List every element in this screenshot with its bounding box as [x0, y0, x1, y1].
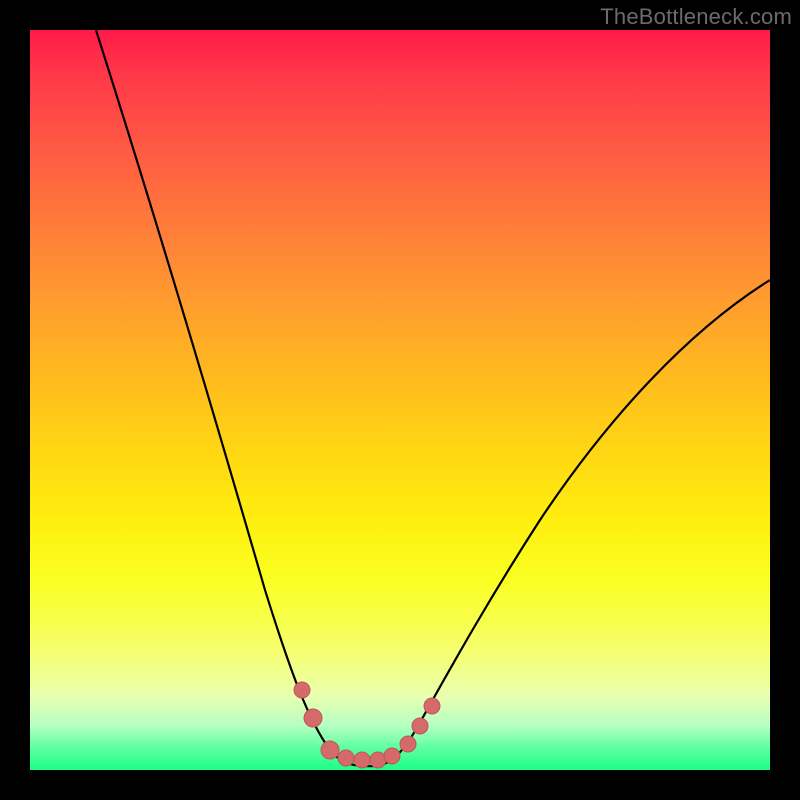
- plot-area: [30, 30, 770, 770]
- marker-dot: [412, 718, 428, 734]
- marker-dot: [294, 682, 310, 698]
- watermark-text: TheBottleneck.com: [600, 4, 792, 30]
- marker-dot: [304, 709, 322, 727]
- marker-dot: [384, 748, 400, 764]
- bottleneck-curve: [96, 30, 770, 766]
- marker-dot: [354, 752, 370, 768]
- marker-dot: [400, 736, 416, 752]
- marker-dot: [370, 752, 386, 768]
- highlight-markers: [294, 682, 440, 768]
- marker-dot: [424, 698, 440, 714]
- chart-frame: TheBottleneck.com: [0, 0, 800, 800]
- marker-dot: [338, 750, 354, 766]
- marker-dot: [321, 741, 339, 759]
- curve-layer: [30, 30, 770, 770]
